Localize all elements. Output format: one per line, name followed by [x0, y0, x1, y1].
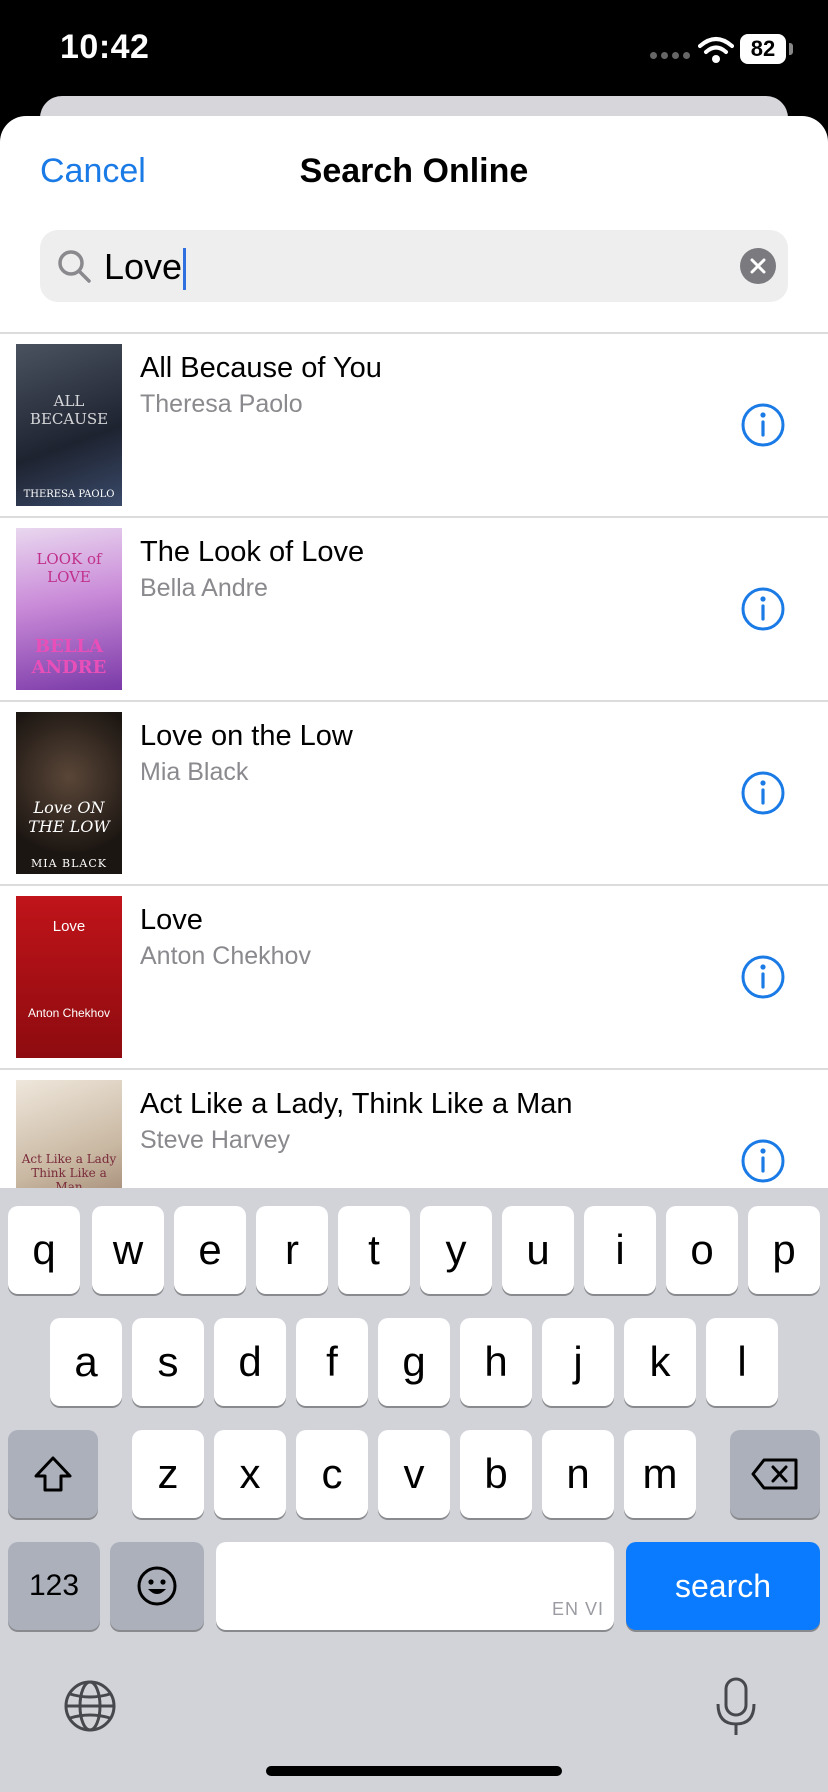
- key-h[interactable]: h: [460, 1318, 532, 1406]
- search-query-text: Love: [104, 246, 183, 287]
- delete-key[interactable]: [730, 1430, 820, 1518]
- book-cover: ALL BECAUSE THERESA PAOLO: [16, 344, 122, 506]
- search-key[interactable]: search: [626, 1542, 820, 1630]
- key-u[interactable]: u: [502, 1206, 574, 1294]
- key-i[interactable]: i: [584, 1206, 656, 1294]
- search-query[interactable]: Love: [104, 246, 187, 291]
- book-title: The Look of Love: [140, 536, 365, 568]
- key-w[interactable]: w: [92, 1206, 164, 1294]
- home-indicator: [266, 1766, 562, 1776]
- key-n[interactable]: n: [542, 1430, 614, 1518]
- emoji-icon: [137, 1566, 177, 1606]
- battery-tip: [789, 43, 793, 55]
- list-item[interactable]: Love Anton Chekhov Love Anton Chekhov: [0, 884, 828, 1068]
- key-v[interactable]: v: [378, 1430, 450, 1518]
- list-item[interactable]: ALL BECAUSE THERESA PAOLO All Because of…: [0, 332, 828, 516]
- info-icon[interactable]: [740, 586, 786, 632]
- info-icon[interactable]: [740, 770, 786, 816]
- key-p[interactable]: p: [748, 1206, 820, 1294]
- list-item[interactable]: Love ON THE LOW MIA BLACK Love on the Lo…: [0, 700, 828, 884]
- key-x[interactable]: x: [214, 1430, 286, 1518]
- page-title: Search Online: [299, 152, 529, 190]
- text-caret: [183, 248, 187, 291]
- close-icon: [750, 258, 766, 274]
- book-title: Love: [140, 904, 203, 936]
- numbers-key[interactable]: 123: [8, 1542, 100, 1630]
- key-r[interactable]: r: [256, 1206, 328, 1294]
- wifi-icon: [698, 37, 734, 63]
- key-q[interactable]: q: [8, 1206, 80, 1294]
- clear-search-button[interactable]: [740, 248, 776, 284]
- book-cover: Love ON THE LOW MIA BLACK: [16, 712, 122, 874]
- info-icon[interactable]: [740, 1138, 786, 1184]
- key-j[interactable]: j: [542, 1318, 614, 1406]
- microphone-icon[interactable]: [714, 1676, 758, 1738]
- key-a[interactable]: a: [50, 1318, 122, 1406]
- book-title: Act Like a Lady, Think Like a Man: [140, 1088, 573, 1120]
- book-author: Mia Black: [140, 758, 249, 786]
- key-k[interactable]: k: [624, 1318, 696, 1406]
- book-title: All Because of You: [140, 352, 382, 384]
- key-l[interactable]: l: [706, 1318, 778, 1406]
- book-author: Bella Andre: [140, 574, 268, 602]
- keyboard-language-hint: EN VI: [551, 1599, 604, 1619]
- book-author: Theresa Paolo: [140, 390, 303, 418]
- key-s[interactable]: s: [132, 1318, 204, 1406]
- book-title: Love on the Low: [140, 720, 353, 752]
- info-icon[interactable]: [740, 402, 786, 448]
- key-t[interactable]: t: [338, 1206, 410, 1294]
- key-d[interactable]: d: [214, 1318, 286, 1406]
- key-m[interactable]: m: [624, 1430, 696, 1518]
- shift-key[interactable]: [8, 1430, 98, 1518]
- backspace-icon: [751, 1458, 798, 1490]
- status-time: 10:42: [60, 28, 150, 66]
- info-icon[interactable]: [740, 954, 786, 1000]
- list-item[interactable]: LOOK of LOVE BELLA ANDRE The Look of Lov…: [0, 516, 828, 700]
- space-key[interactable]: EN VI: [216, 1542, 614, 1630]
- book-author: Steve Harvey: [140, 1126, 291, 1154]
- book-author: Anton Chekhov: [140, 942, 311, 970]
- results-list: ALL BECAUSE THERESA PAOLO All Because of…: [0, 332, 828, 1252]
- shift-icon: [34, 1456, 72, 1492]
- key-c[interactable]: c: [296, 1430, 368, 1518]
- emoji-key[interactable]: [110, 1542, 204, 1630]
- search-icon: [58, 250, 91, 283]
- key-o[interactable]: o: [666, 1206, 738, 1294]
- keyboard: q w e r t y u i o p a s d f g h j k l z …: [0, 1188, 828, 1792]
- battery-icon: 82: [740, 34, 786, 64]
- cellular-signal-icon: [650, 52, 690, 59]
- globe-icon[interactable]: [62, 1678, 118, 1734]
- book-cover: LOOK of LOVE BELLA ANDRE: [16, 528, 122, 690]
- key-y[interactable]: y: [420, 1206, 492, 1294]
- key-z[interactable]: z: [132, 1430, 204, 1518]
- search-input[interactable]: Love: [40, 230, 788, 302]
- nav-bar: Cancel Search Online: [0, 116, 828, 226]
- key-g[interactable]: g: [378, 1318, 450, 1406]
- status-bar: 10:42 82: [0, 0, 828, 100]
- book-cover: Love Anton Chekhov: [16, 896, 122, 1058]
- key-e[interactable]: e: [174, 1206, 246, 1294]
- key-f[interactable]: f: [296, 1318, 368, 1406]
- key-b[interactable]: b: [460, 1430, 532, 1518]
